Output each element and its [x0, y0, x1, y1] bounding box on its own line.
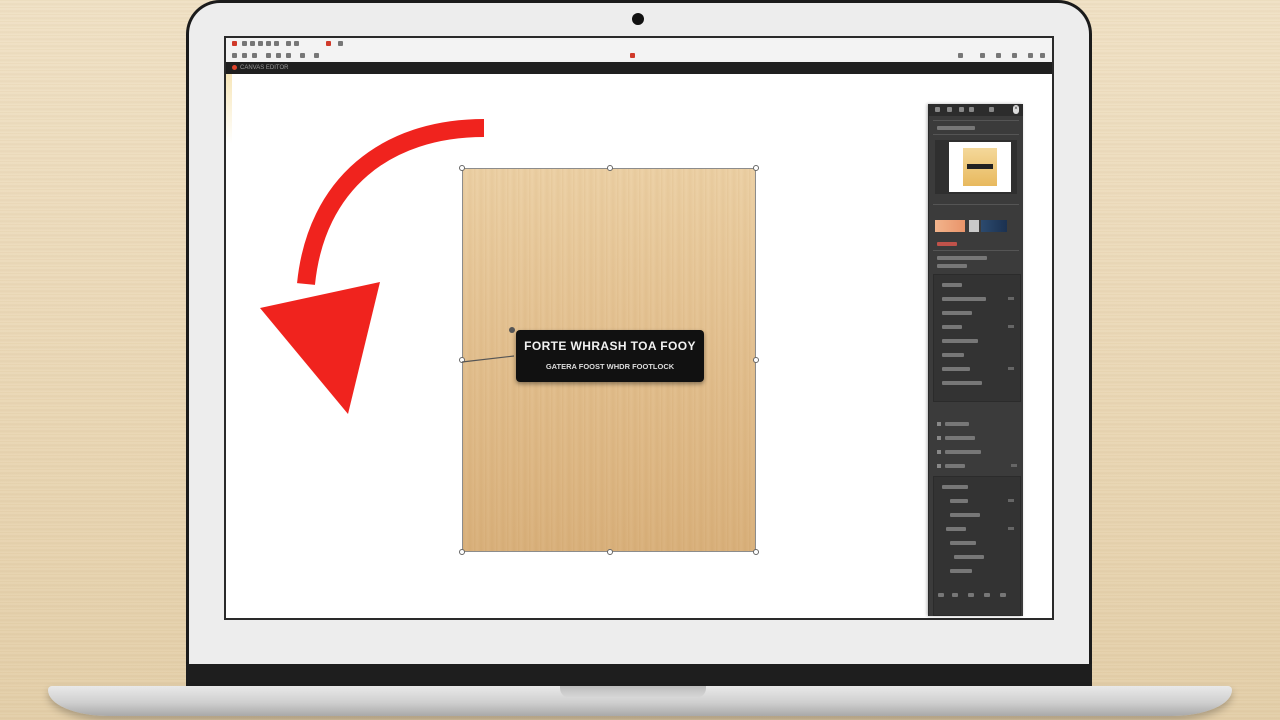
view-icon[interactable]	[258, 41, 263, 46]
options-bar	[226, 50, 1052, 61]
divider	[933, 204, 1019, 205]
layer-row[interactable]	[945, 464, 965, 468]
panel-footer-icon[interactable]	[952, 593, 958, 597]
color-swatch-navy[interactable]	[981, 220, 1007, 232]
panel-header: ×	[929, 104, 1023, 116]
panel-footer-icon[interactable]	[984, 593, 990, 597]
browser-toolbar	[226, 38, 1052, 63]
property-row[interactable]	[942, 311, 972, 315]
layer-row[interactable]	[945, 450, 981, 454]
transform-icon[interactable]	[314, 53, 319, 58]
property-row[interactable]	[942, 297, 986, 301]
layer-row[interactable]	[945, 422, 969, 426]
layer-row[interactable]	[950, 513, 980, 517]
workspace-icon[interactable]	[996, 53, 1001, 58]
layer-row[interactable]	[954, 555, 984, 559]
preview-thumbnail[interactable]	[949, 142, 1011, 192]
panel-tab-icon[interactable]	[959, 107, 964, 112]
panel-footer-icon[interactable]	[968, 593, 974, 597]
layer-row[interactable]	[945, 436, 975, 440]
divider	[933, 134, 1019, 135]
panel-footer-icon[interactable]	[1000, 593, 1006, 597]
crop-tool-icon[interactable]	[252, 53, 257, 58]
layer-visibility-icon[interactable]	[937, 464, 941, 468]
alert-icon[interactable]	[630, 53, 635, 58]
app-logo-icon[interactable]	[232, 41, 237, 46]
color-swatch-peach[interactable]	[935, 220, 965, 232]
layer-group-row[interactable]	[942, 485, 968, 489]
filter-icon[interactable]	[294, 41, 299, 46]
align-left-icon[interactable]	[266, 53, 271, 58]
panel-menu-icon[interactable]	[989, 107, 994, 112]
properties-subpanel	[933, 274, 1021, 402]
align-center-icon[interactable]	[276, 53, 281, 58]
tool-options-icon[interactable]	[232, 53, 237, 58]
layer-row[interactable]	[950, 499, 968, 503]
file-icon[interactable]	[242, 41, 247, 46]
align-right-icon[interactable]	[286, 53, 291, 58]
property-row[interactable]	[942, 339, 978, 343]
connector-anchor	[509, 327, 515, 333]
layer-lock-icon[interactable]	[1008, 499, 1014, 502]
document-tab-icon	[232, 65, 237, 70]
layer-row[interactable]	[950, 569, 972, 573]
document-tab[interactable]: CANVAS EDITOR	[232, 64, 288, 72]
label-title: FORTE WHRASH TOA FOOY	[524, 339, 696, 353]
edit-icon[interactable]	[250, 41, 255, 46]
panel-tab-icon[interactable]	[969, 107, 974, 112]
preview-frame	[935, 140, 1017, 194]
text-label-box[interactable]: FORTE WHRASH TOA FOOY GATERA FOOST WHDR …	[516, 330, 704, 382]
document-tab-bar: CANVAS EDITOR	[226, 62, 1052, 74]
layer-visibility-icon[interactable]	[937, 436, 941, 440]
property-value[interactable]	[1008, 325, 1014, 328]
document-tab-title: CANVAS EDITOR	[240, 65, 289, 71]
camera-icon	[632, 13, 644, 25]
laptop-notch	[560, 686, 706, 698]
panel-tab-icon[interactable]	[935, 107, 940, 112]
thumbnail-label	[967, 164, 993, 169]
screen: CANVAS EDITOR FORTE WHRASH TOA FOOY GATE…	[224, 36, 1054, 620]
layer-lock-icon[interactable]	[1011, 464, 1017, 467]
canvas-area[interactable]: FORTE WHRASH TOA FOOY GATERA FOOST WHDR …	[226, 74, 1023, 618]
laptop-bezel	[186, 664, 1092, 686]
record-icon[interactable]	[326, 41, 331, 46]
distribute-icon[interactable]	[300, 53, 305, 58]
property-value[interactable]	[1008, 367, 1014, 370]
property-row[interactable]	[942, 283, 962, 287]
property-row[interactable]	[942, 325, 962, 329]
window-icon[interactable]	[338, 41, 343, 46]
property-row[interactable]	[942, 367, 970, 371]
move-tool-icon[interactable]	[242, 53, 247, 58]
select-icon[interactable]	[286, 41, 291, 46]
layer-icon[interactable]	[274, 41, 279, 46]
property-row[interactable]	[942, 381, 982, 385]
share-icon[interactable]	[958, 53, 963, 58]
layer-visibility-icon[interactable]	[937, 450, 941, 454]
property-row[interactable]	[942, 353, 964, 357]
panel-row[interactable]	[937, 264, 967, 268]
color-swatch-gray[interactable]	[969, 220, 979, 232]
label-subtitle: GATERA FOOST WHDR FOOTLOCK	[545, 362, 675, 371]
panel-row[interactable]	[937, 256, 987, 260]
close-icon[interactable]: ×	[1013, 105, 1019, 114]
layer-row[interactable]	[946, 527, 966, 531]
layers-subpanel	[933, 476, 1021, 616]
divider	[933, 250, 1019, 251]
settings-icon[interactable]	[1012, 53, 1017, 58]
layer-lock-icon[interactable]	[1008, 527, 1014, 530]
panel-row[interactable]	[937, 126, 975, 130]
property-value[interactable]	[1008, 297, 1014, 300]
panel-row-highlight[interactable]	[937, 242, 957, 246]
layer-row[interactable]	[950, 541, 976, 545]
panel-footer-icon[interactable]	[938, 593, 944, 597]
panel-tab-icon[interactable]	[947, 107, 952, 112]
search-icon[interactable]	[980, 53, 985, 58]
layer-visibility-icon[interactable]	[937, 422, 941, 426]
user-icon[interactable]	[1028, 53, 1033, 58]
divider	[933, 120, 1019, 121]
image-icon[interactable]	[266, 41, 271, 46]
layers-panel: ×	[928, 104, 1023, 616]
window-close-icon[interactable]	[1040, 53, 1045, 58]
